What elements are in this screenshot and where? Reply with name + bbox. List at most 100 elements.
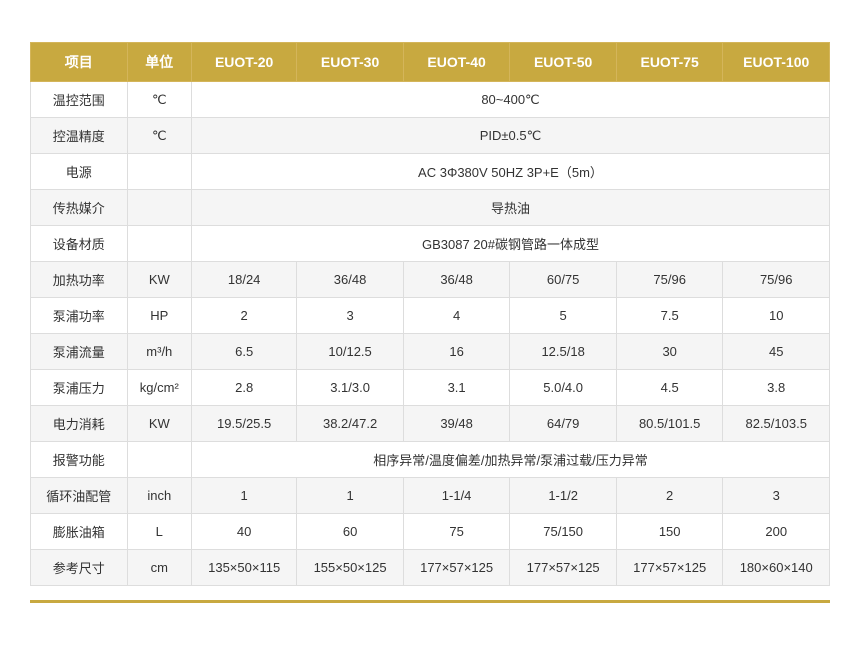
row-cell-7-3: 12.5/18 <box>510 334 617 370</box>
table-row: 膨胀油箱L40607575/150150200 <box>31 514 830 550</box>
row-cell-12-0: 40 <box>191 514 296 550</box>
row-label-6: 泵浦功率 <box>31 298 128 334</box>
row-unit-1: ℃ <box>127 118 191 154</box>
row-label-0: 温控范围 <box>31 82 128 118</box>
row-label-10: 报警功能 <box>31 442 128 478</box>
row-cell-11-4: 2 <box>616 478 723 514</box>
row-merged-value-3: 导热油 <box>191 190 829 226</box>
table-row: 设备材质 GB3087 20#碳钢管路一体成型 <box>31 226 830 262</box>
table-row: 电力消耗KW19.5/25.538.2/47.239/4864/7980.5/1… <box>31 406 830 442</box>
header-cell-2: EUOT-20 <box>191 43 296 82</box>
row-unit-3 <box>127 190 191 226</box>
row-cell-6-4: 7.5 <box>616 298 723 334</box>
row-cell-9-2: 39/48 <box>403 406 510 442</box>
row-cell-7-4: 30 <box>616 334 723 370</box>
row-merged-value-4: GB3087 20#碳钢管路一体成型 <box>191 226 829 262</box>
row-cell-7-1: 10/12.5 <box>297 334 404 370</box>
table-row: 参考尺寸cm135×50×115155×50×125177×57×125177×… <box>31 550 830 586</box>
row-cell-13-4: 177×57×125 <box>616 550 723 586</box>
row-cell-5-1: 36/48 <box>297 262 404 298</box>
row-cell-13-5: 180×60×140 <box>723 550 830 586</box>
row-cell-11-3: 1-1/2 <box>510 478 617 514</box>
table-header-row: 项目单位EUOT-20EUOT-30EUOT-40EUOT-50EUOT-75E… <box>31 43 830 82</box>
row-cell-5-4: 75/96 <box>616 262 723 298</box>
row-label-9: 电力消耗 <box>31 406 128 442</box>
row-cell-6-0: 2 <box>191 298 296 334</box>
row-label-8: 泵浦压力 <box>31 370 128 406</box>
table-row: 泵浦压力kg/cm²2.83.1/3.03.15.0/4.04.53.8 <box>31 370 830 406</box>
row-merged-value-0: 80~400℃ <box>191 82 829 118</box>
row-cell-7-2: 16 <box>403 334 510 370</box>
row-cell-9-0: 19.5/25.5 <box>191 406 296 442</box>
row-cell-9-5: 82.5/103.5 <box>723 406 830 442</box>
row-cell-11-5: 3 <box>723 478 830 514</box>
row-cell-6-1: 3 <box>297 298 404 334</box>
row-label-5: 加热功率 <box>31 262 128 298</box>
row-unit-0: ℃ <box>127 82 191 118</box>
row-unit-12: L <box>127 514 191 550</box>
row-label-3: 传热媒介 <box>31 190 128 226</box>
row-cell-12-3: 75/150 <box>510 514 617 550</box>
row-unit-6: HP <box>127 298 191 334</box>
row-cell-6-3: 5 <box>510 298 617 334</box>
bottom-line <box>30 600 830 603</box>
row-label-7: 泵浦流量 <box>31 334 128 370</box>
header-cell-6: EUOT-75 <box>616 43 723 82</box>
row-cell-8-5: 3.8 <box>723 370 830 406</box>
row-cell-6-2: 4 <box>403 298 510 334</box>
row-cell-5-2: 36/48 <box>403 262 510 298</box>
table-row: 循环油配管inch111-1/41-1/223 <box>31 478 830 514</box>
header-cell-4: EUOT-40 <box>403 43 510 82</box>
table-row: 报警功能 相序异常/温度偏差/加热异常/泵浦过载/压力异常 <box>31 442 830 478</box>
row-unit-8: kg/cm² <box>127 370 191 406</box>
row-merged-value-10: 相序异常/温度偏差/加热异常/泵浦过载/压力异常 <box>191 442 829 478</box>
row-cell-9-1: 38.2/47.2 <box>297 406 404 442</box>
row-unit-2 <box>127 154 191 190</box>
table-row: 加热功率KW18/2436/4836/4860/7575/9675/96 <box>31 262 830 298</box>
row-label-2: 电源 <box>31 154 128 190</box>
table-row: 传热媒介 导热油 <box>31 190 830 226</box>
row-cell-8-1: 3.1/3.0 <box>297 370 404 406</box>
row-cell-8-2: 3.1 <box>403 370 510 406</box>
row-cell-12-5: 200 <box>723 514 830 550</box>
row-cell-8-3: 5.0/4.0 <box>510 370 617 406</box>
row-cell-11-1: 1 <box>297 478 404 514</box>
header-cell-7: EUOT-100 <box>723 43 830 82</box>
row-label-13: 参考尺寸 <box>31 550 128 586</box>
row-cell-8-4: 4.5 <box>616 370 723 406</box>
row-cell-11-0: 1 <box>191 478 296 514</box>
row-unit-7: m³/h <box>127 334 191 370</box>
row-cell-11-2: 1-1/4 <box>403 478 510 514</box>
row-cell-12-1: 60 <box>297 514 404 550</box>
row-merged-value-1: PID±0.5℃ <box>191 118 829 154</box>
row-cell-12-2: 75 <box>403 514 510 550</box>
header-cell-1: 单位 <box>127 43 191 82</box>
parameter-table: 项目单位EUOT-20EUOT-30EUOT-40EUOT-50EUOT-75E… <box>30 42 830 586</box>
row-unit-13: cm <box>127 550 191 586</box>
table-row: 泵浦流量m³/h6.510/12.51612.5/183045 <box>31 334 830 370</box>
row-cell-6-5: 10 <box>723 298 830 334</box>
row-cell-8-0: 2.8 <box>191 370 296 406</box>
row-cell-12-4: 150 <box>616 514 723 550</box>
row-cell-9-3: 64/79 <box>510 406 617 442</box>
table-row: 电源 AC 3Φ380V 50HZ 3P+E（5m） <box>31 154 830 190</box>
row-cell-5-3: 60/75 <box>510 262 617 298</box>
header-cell-3: EUOT-30 <box>297 43 404 82</box>
row-unit-5: KW <box>127 262 191 298</box>
row-cell-7-0: 6.5 <box>191 334 296 370</box>
row-cell-13-3: 177×57×125 <box>510 550 617 586</box>
row-cell-5-0: 18/24 <box>191 262 296 298</box>
row-unit-4 <box>127 226 191 262</box>
row-unit-11: inch <box>127 478 191 514</box>
row-cell-13-0: 135×50×115 <box>191 550 296 586</box>
row-cell-13-2: 177×57×125 <box>403 550 510 586</box>
row-unit-10 <box>127 442 191 478</box>
table-row: 泵浦功率HP23457.510 <box>31 298 830 334</box>
row-label-4: 设备材质 <box>31 226 128 262</box>
row-merged-value-2: AC 3Φ380V 50HZ 3P+E（5m） <box>191 154 829 190</box>
row-cell-7-5: 45 <box>723 334 830 370</box>
table-row: 控温精度℃PID±0.5℃ <box>31 118 830 154</box>
header-cell-0: 项目 <box>31 43 128 82</box>
row-label-12: 膨胀油箱 <box>31 514 128 550</box>
row-label-11: 循环油配管 <box>31 478 128 514</box>
